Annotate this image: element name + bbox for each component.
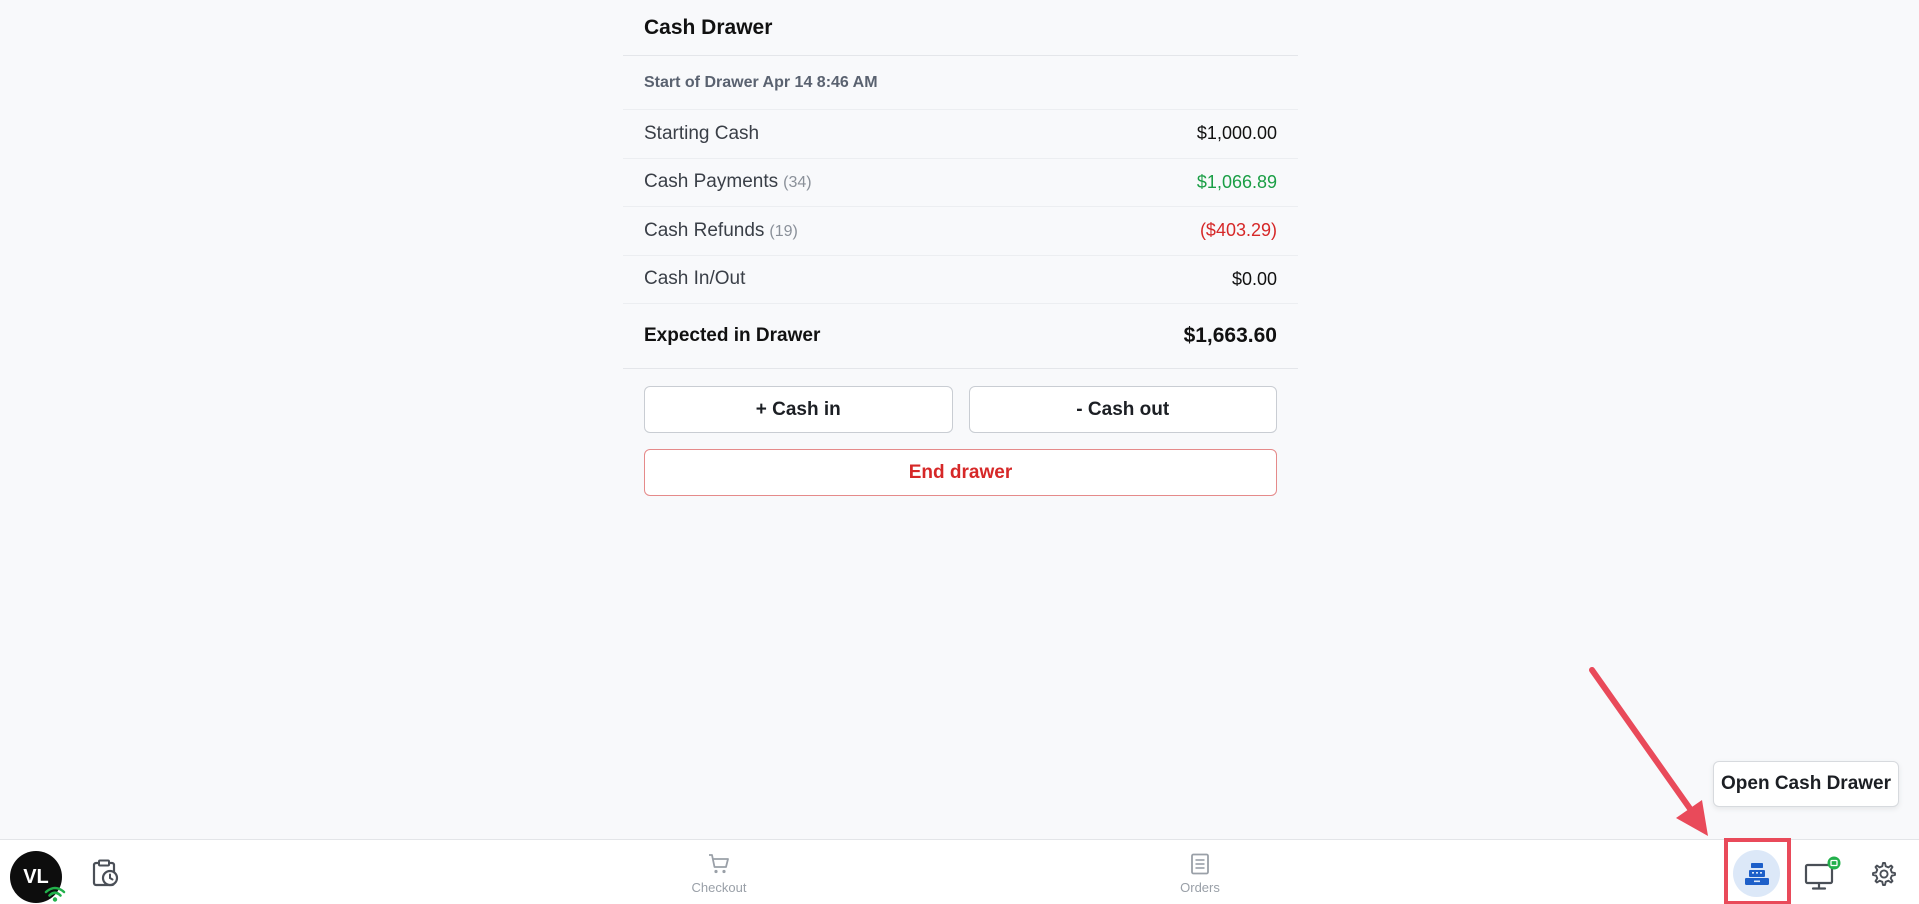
customer-display-icon[interactable] <box>1803 854 1843 894</box>
row-label: Cash In/Out <box>644 268 746 290</box>
nav-checkout[interactable]: Checkout <box>679 852 759 895</box>
cart-icon <box>709 854 729 874</box>
list-icon <box>1191 853 1209 875</box>
nav-orders-label: Orders <box>1180 880 1220 895</box>
drawer-start-label: Start of Drawer Apr 14 8:46 AM <box>644 73 878 91</box>
cash-payments-count: (34) <box>783 174 812 192</box>
cash-actions: + Cash in - Cash out <box>623 369 1298 433</box>
cash-payments-value: $1,066.89 <box>1196 171 1277 192</box>
end-drawer-button[interactable]: End drawer <box>644 449 1277 496</box>
row-label: Cash Refunds (19) <box>644 219 798 241</box>
nav-orders[interactable]: Orders <box>1160 852 1240 895</box>
expected-value: $1,663.60 <box>1183 324 1277 347</box>
clipboard-clock-icon[interactable] <box>88 856 122 890</box>
starting-cash-row: Starting Cash $1,000.00 <box>623 110 1298 159</box>
cash-refunds-value: ($403.29) <box>1199 220 1277 241</box>
bottom-bar: VL Checkout Orders <box>0 839 1919 904</box>
open-cash-drawer-tooltip: Open Cash Drawer <box>1713 761 1899 807</box>
cash-in-button[interactable]: + Cash in <box>644 386 953 433</box>
cash-payments-row: Cash Payments (34) $1,066.89 <box>623 159 1298 207</box>
open-cash-drawer-highlight <box>1724 838 1791 904</box>
cash-register-icon <box>1744 862 1769 885</box>
cash-drawer-panel: Cash Drawer Start of Drawer Apr 14 8:46 … <box>623 0 1298 496</box>
expected-label: Expected in Drawer <box>644 325 821 346</box>
cash-refunds-count: (19) <box>769 222 798 240</box>
row-label: Starting Cash <box>644 122 760 144</box>
drawer-start-row: Start of Drawer Apr 14 8:46 AM <box>623 56 1298 110</box>
cash-in-out-row: Cash In/Out $0.00 <box>623 256 1298 304</box>
annotation-arrow <box>1589 667 1708 836</box>
open-cash-drawer-button[interactable] <box>1733 850 1780 897</box>
gear-icon[interactable] <box>1866 857 1900 891</box>
page-title: Cash Drawer <box>623 0 1298 56</box>
cash-in-out-value: $0.00 <box>1231 268 1277 289</box>
cash-out-button[interactable]: - Cash out <box>968 386 1277 433</box>
nav-checkout-label: Checkout <box>691 880 747 895</box>
expected-in-drawer-row: Expected in Drawer $1,663.60 <box>623 304 1298 369</box>
row-label: Cash Payments (34) <box>644 171 812 193</box>
cash-refunds-row: Cash Refunds (19) ($403.29) <box>623 207 1298 256</box>
wifi-icon <box>44 886 66 902</box>
starting-cash-value: $1,000.00 <box>1196 123 1277 144</box>
